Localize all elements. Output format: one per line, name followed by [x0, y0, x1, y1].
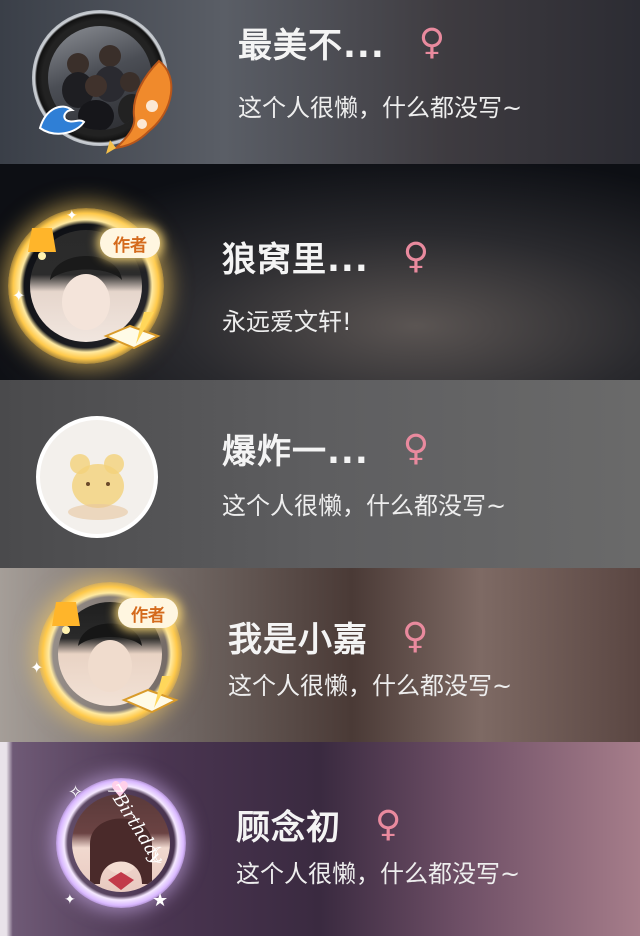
lantern-icon [52, 602, 80, 634]
butterfly-icon: ✧ [68, 782, 84, 803]
female-gender-icon: ♀ [418, 21, 446, 63]
user-bio: 这个人很懒，什么都没写~ [236, 860, 521, 888]
star-icon: ★ [152, 890, 169, 911]
book-quill-icon [103, 312, 161, 350]
author-badge: 作者 [118, 598, 178, 628]
user-name[interactable]: 最美不... [238, 18, 385, 67]
female-gender-icon: ♀ [402, 235, 430, 277]
wave-icon [38, 105, 86, 135]
user-card[interactable]: 作者 ✦ 我是小嘉 ♀ 这个人很懒，什么都没写~ [0, 568, 640, 742]
user-bio: 这个人很懒，什么都没写~ [222, 492, 507, 520]
sparkle-icon: ✦ [30, 658, 44, 677]
koi-fish-icon [106, 59, 173, 154]
avatar[interactable] [36, 416, 158, 538]
user-name[interactable]: 顾念初 [236, 800, 341, 849]
female-gender-icon: ♀ [375, 803, 402, 845]
user-list: 最美不... ♀ 这个人很懒，什么都没写~ 作者 ✦ ✦ 狼窝里... ♀ 永远… [0, 0, 640, 936]
user-bio: 这个人很懒，什么都没写~ [238, 94, 523, 122]
user-name[interactable]: 狼窝里... [222, 232, 369, 281]
avatar-photo-icon [68, 454, 128, 520]
book-quill-icon [121, 676, 179, 714]
user-name[interactable]: 我是小嘉 [228, 612, 368, 661]
female-gender-icon: ♀ [402, 427, 430, 469]
user-bio: 这个人很懒，什么都没写~ [228, 672, 513, 700]
user-card[interactable]: 作者 ✦ ✦ 狼窝里... ♀ 永远爱文轩! [0, 164, 640, 380]
female-gender-icon: ♀ [402, 615, 429, 657]
user-card[interactable]: 爆炸一... ♀ 这个人很懒，什么都没写~ [0, 380, 640, 568]
lantern-icon [28, 228, 56, 260]
sparkle-icon: ✦ [66, 208, 78, 224]
user-card[interactable]: ♥ ✧ ☾ ★ ✦ 7Birthday 顾念初 ♀ 这个人很懒，什么都没写~ [0, 742, 640, 936]
author-badge: 作者 [100, 228, 160, 258]
user-card[interactable]: 最美不... ♀ 这个人很懒，什么都没写~ [0, 0, 640, 164]
sparkle-icon: ✦ [12, 286, 26, 305]
user-bio: 永远爱文轩! [222, 308, 352, 336]
user-name[interactable]: 爆炸一... [222, 424, 369, 473]
star-icon: ✦ [64, 892, 76, 908]
